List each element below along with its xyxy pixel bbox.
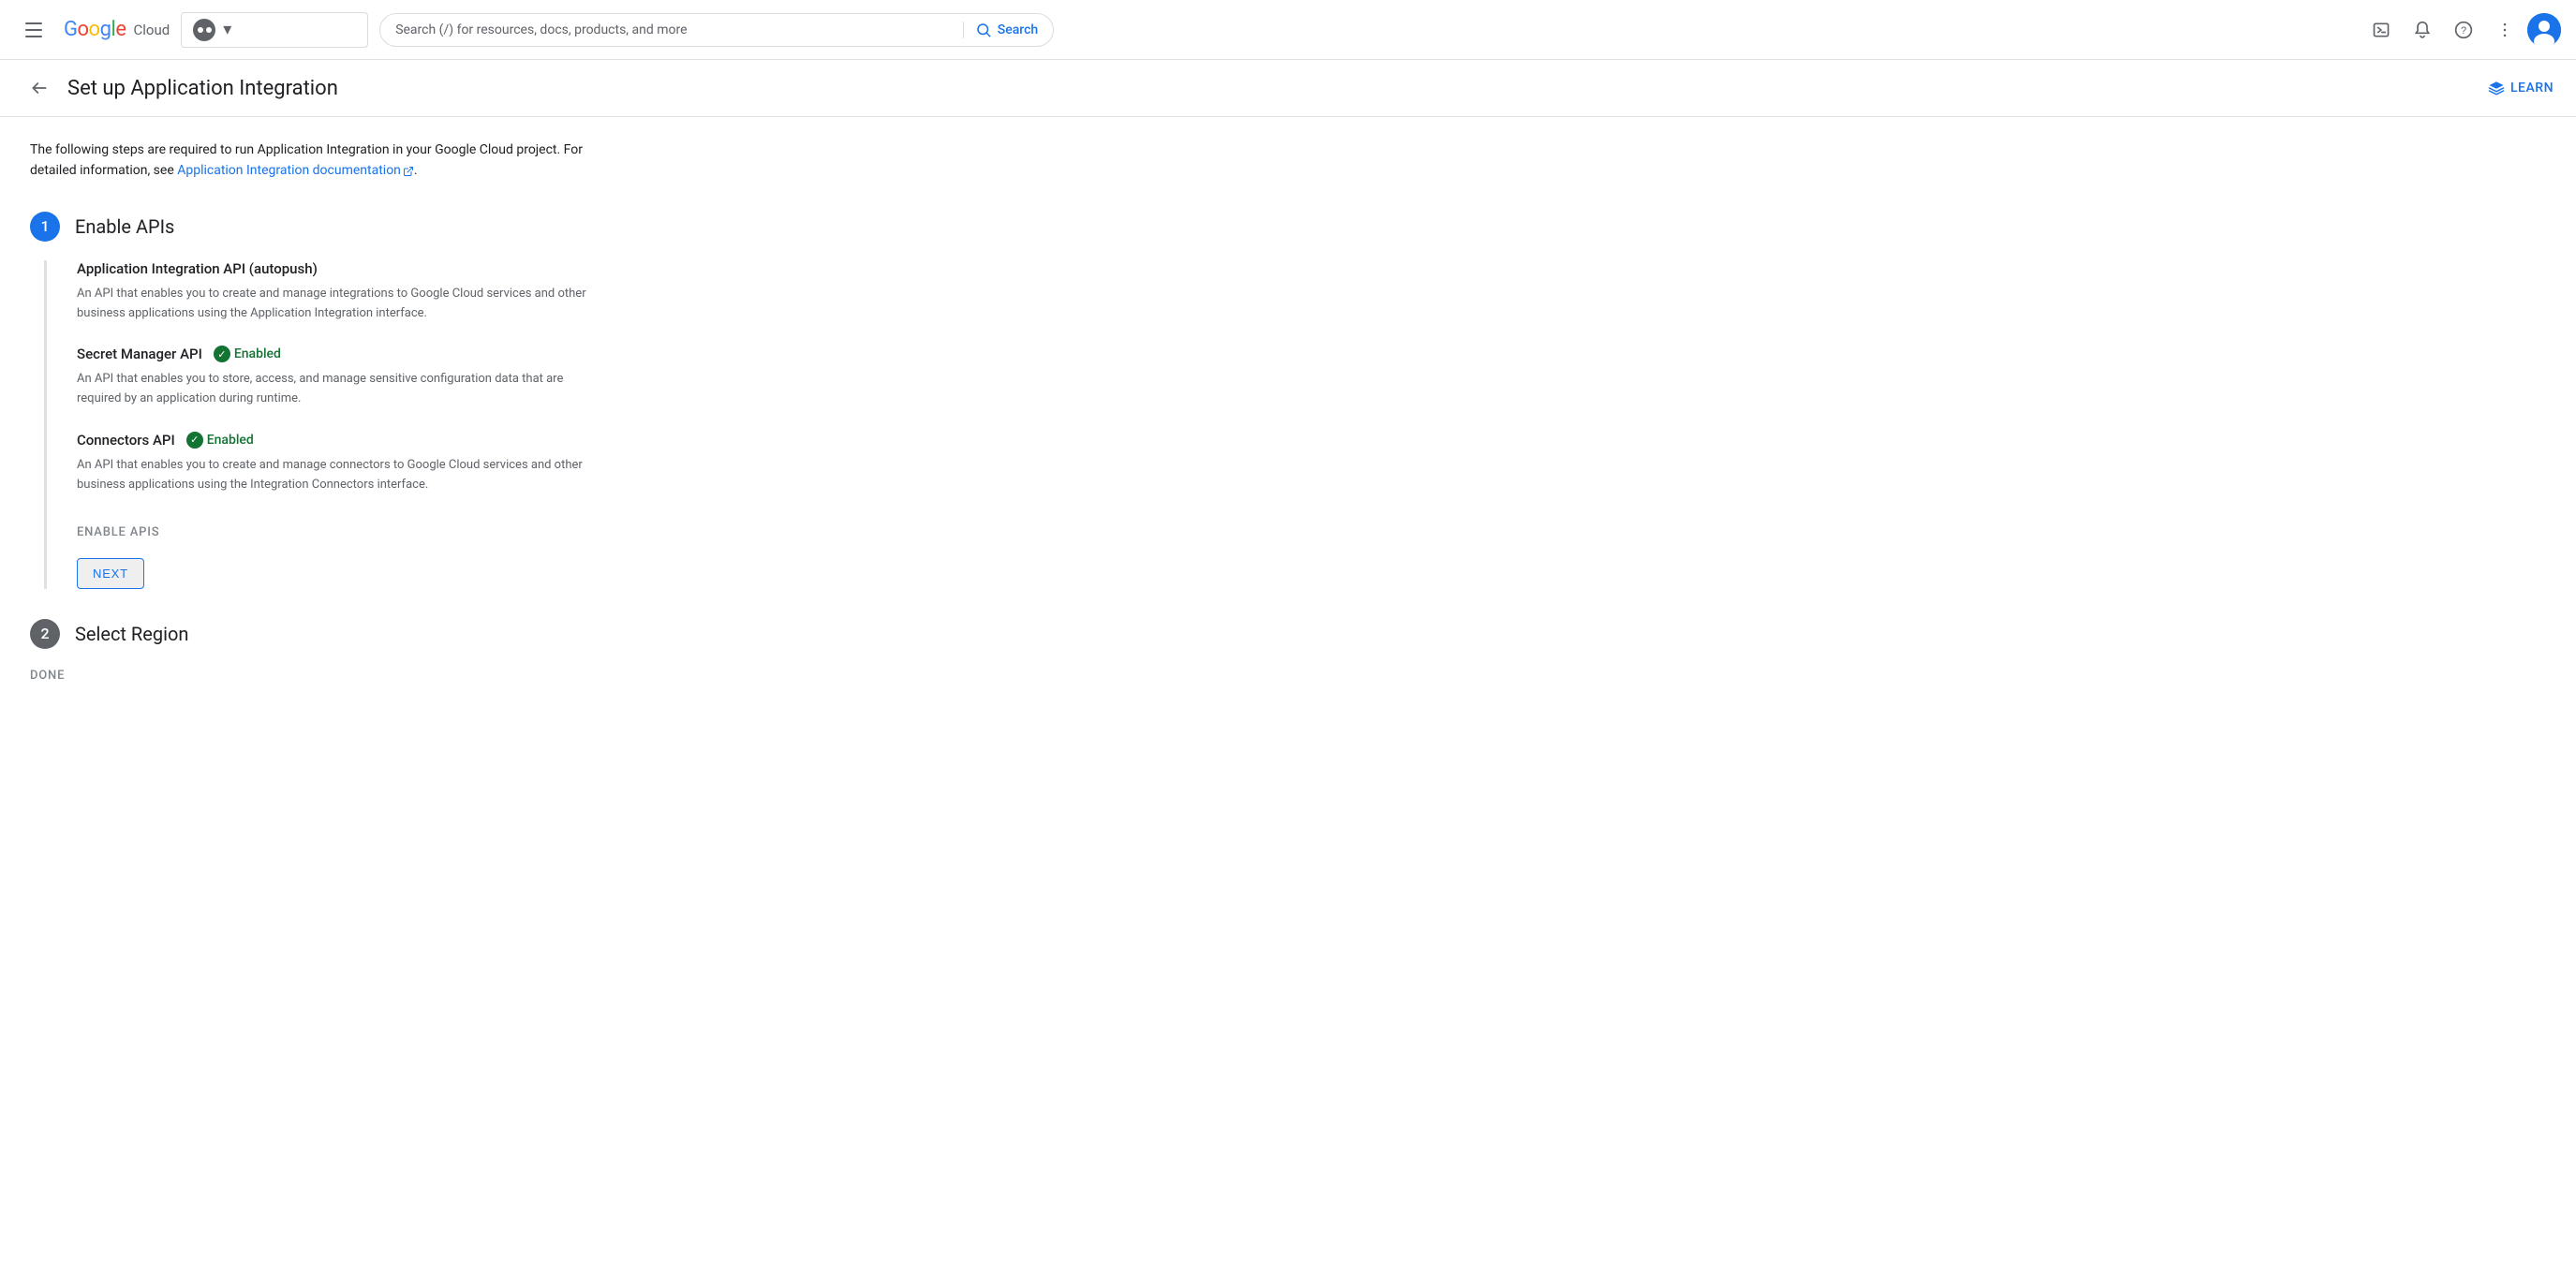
- step1-header: 1 Enable APIs: [30, 212, 626, 242]
- step2-section: 2 Select Region: [30, 619, 626, 649]
- api2-name-row: Secret Manager API ✓ Enabled: [77, 346, 626, 362]
- search-icon: [975, 22, 992, 38]
- check-icon-3: ✓: [186, 432, 203, 449]
- learn-button[interactable]: LEARN: [2488, 80, 2554, 96]
- learn-icon: [2488, 80, 2505, 96]
- api2-description: An API that enables you to store, access…: [77, 370, 601, 409]
- api3-description: An API that enables you to create and ma…: [77, 456, 601, 495]
- external-link-icon: [403, 166, 414, 177]
- intro-paragraph: The following steps are required to run …: [30, 140, 626, 182]
- api3-enabled-badge: ✓ Enabled: [186, 432, 254, 449]
- step1-title: Enable APIs: [75, 215, 174, 238]
- api-item-appintegration: Application Integration API (autopush) A…: [77, 260, 626, 324]
- api1-name: Application Integration API (autopush): [77, 260, 318, 277]
- step1-content: Application Integration API (autopush) A…: [44, 260, 626, 589]
- user-avatar-icon: [2527, 13, 2561, 47]
- api2-enabled-label: Enabled: [234, 346, 281, 361]
- back-button[interactable]: [22, 71, 56, 105]
- svg-text:?: ?: [2461, 25, 2466, 37]
- google-cloud-logo[interactable]: Google Cloud: [64, 18, 170, 41]
- top-navigation: Google Cloud ▾ Search (/) for resources,…: [0, 0, 2576, 60]
- doc-link-text: Application Integration documentation: [177, 160, 401, 181]
- search-placeholder: Search (/) for resources, docs, products…: [395, 22, 955, 37]
- main-content: The following steps are required to run …: [0, 117, 656, 705]
- more-vert-icon: [2495, 21, 2514, 39]
- logo-text: Google: [64, 18, 126, 41]
- search-button[interactable]: Search: [963, 22, 1038, 38]
- intro-text-after: .: [414, 163, 418, 178]
- search-bar[interactable]: Search (/) for resources, docs, products…: [379, 13, 1054, 47]
- page-header: Set up Application Integration LEARN: [0, 60, 2576, 117]
- enable-apis-button[interactable]: ENABLE APIS: [77, 518, 626, 547]
- step1-actions: ENABLE APIS NEXT: [77, 518, 626, 589]
- logo-cloud-text: Cloud: [133, 22, 170, 38]
- nav-icons: ?: [2362, 11, 2561, 49]
- api3-name-row: Connectors API ✓ Enabled: [77, 432, 626, 449]
- help-icon: ?: [2454, 21, 2473, 39]
- api3-enabled-label: Enabled: [207, 433, 254, 448]
- back-arrow-icon: [30, 79, 49, 97]
- page-footer: DONE: [30, 668, 626, 683]
- terminal-icon: [2372, 21, 2391, 39]
- done-button[interactable]: DONE: [30, 669, 65, 683]
- api1-name-row: Application Integration API (autopush): [77, 260, 626, 277]
- help-button[interactable]: ?: [2445, 11, 2482, 49]
- learn-label: LEARN: [2510, 81, 2554, 96]
- hamburger-icon: [25, 22, 42, 37]
- step1-number: 1: [30, 212, 60, 242]
- step2-number: 2: [30, 619, 60, 649]
- api2-name: Secret Manager API: [77, 346, 202, 362]
- api-item-secretmanager: Secret Manager API ✓ Enabled An API that…: [77, 346, 626, 409]
- project-selector[interactable]: ▾: [181, 12, 368, 48]
- step2-header: 2 Select Region: [30, 619, 626, 649]
- api2-enabled-badge: ✓ Enabled: [214, 346, 281, 362]
- project-avatar: [193, 19, 215, 41]
- api-item-connectors: Connectors API ✓ Enabled An API that ena…: [77, 432, 626, 495]
- terminal-button[interactable]: [2362, 11, 2400, 49]
- doc-link[interactable]: Application Integration documentation: [177, 160, 414, 181]
- api3-name: Connectors API: [77, 432, 175, 449]
- search-label: Search: [998, 22, 1038, 37]
- chevron-down-icon: ▾: [223, 20, 231, 39]
- page-title: Set up Application Integration: [67, 77, 2477, 100]
- next-button[interactable]: NEXT: [77, 558, 144, 589]
- user-avatar[interactable]: [2527, 13, 2561, 47]
- notifications-button[interactable]: [2404, 11, 2441, 49]
- hamburger-menu[interactable]: [15, 11, 52, 49]
- more-options-button[interactable]: [2486, 11, 2524, 49]
- bell-icon: [2413, 21, 2432, 39]
- step1-section: 1 Enable APIs Application Integration AP…: [30, 212, 626, 589]
- check-icon-2: ✓: [214, 346, 230, 362]
- step2-title: Select Region: [75, 623, 188, 645]
- api1-description: An API that enables you to create and ma…: [77, 285, 601, 324]
